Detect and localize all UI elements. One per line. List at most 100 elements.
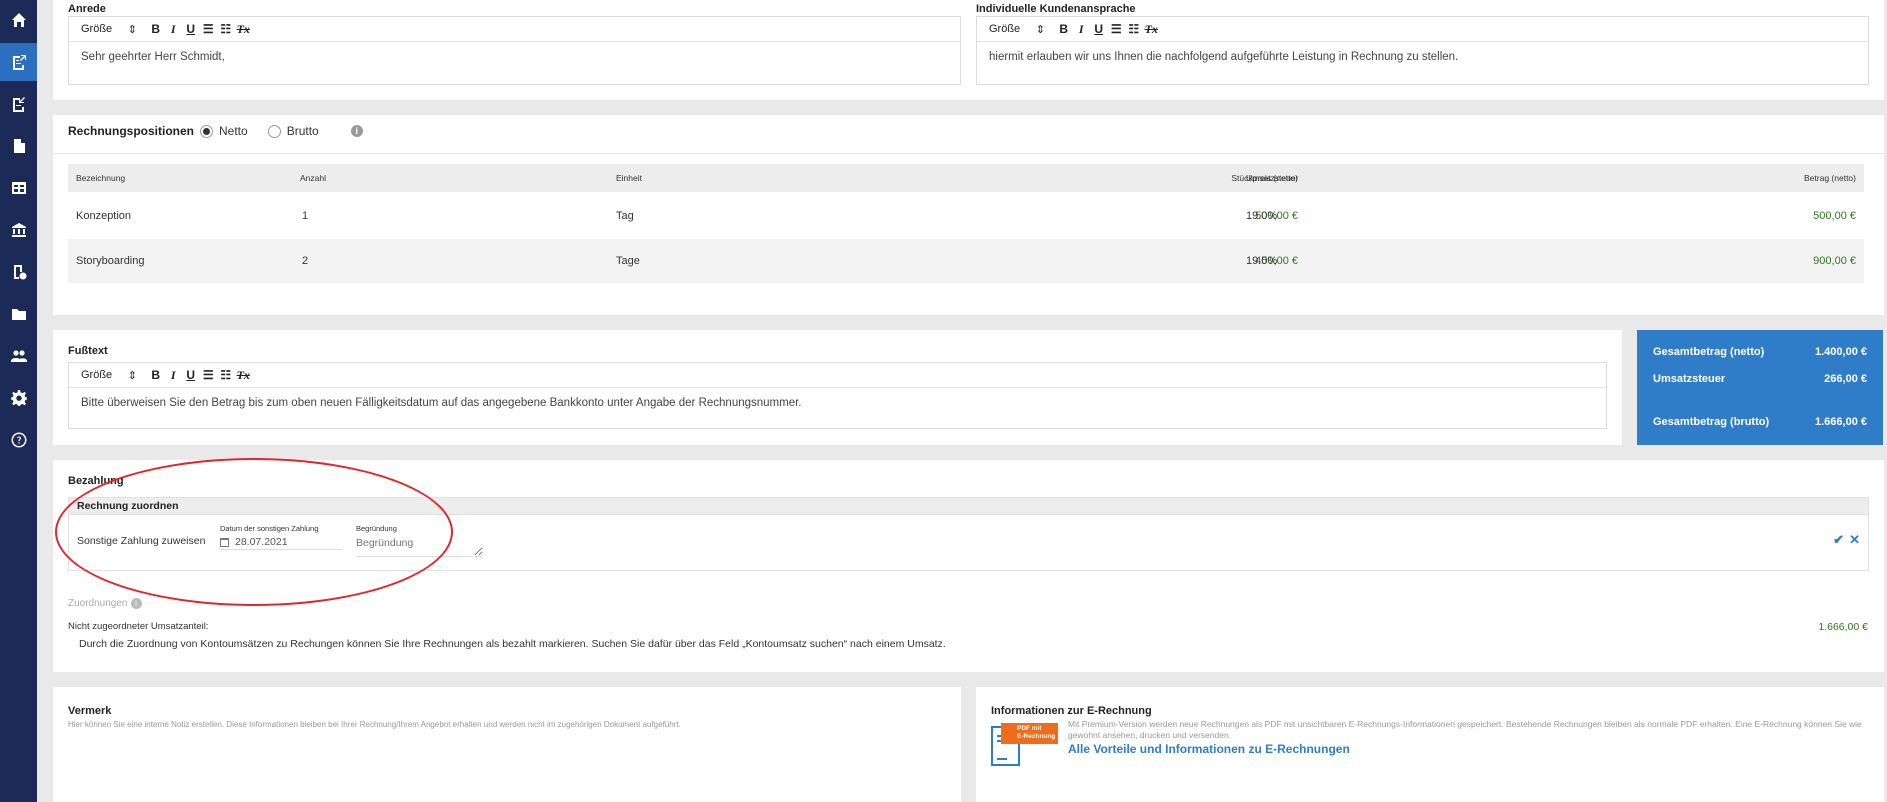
fusstext-editor: Größe ⇕ B I U ☰ ☷ Tx Bitte überweisen Sie…: [68, 362, 1607, 429]
total-brutto-value: 1.666,00 €: [1815, 416, 1867, 428]
bezahlung-title: Bezahlung: [68, 475, 124, 487]
sidebar: [0, 0, 37, 802]
bullet-list-icon[interactable]: ☷: [217, 22, 235, 36]
updown-icon: ⇕: [1035, 23, 1045, 36]
netto-radio[interactable]: [200, 124, 213, 138]
size-select[interactable]: Größe ⇕: [81, 23, 143, 36]
row-betrag: 900,00 €: [1813, 255, 1856, 267]
info-icon[interactable]: i: [350, 125, 363, 137]
row-bezeichnung: Konzeption: [76, 210, 132, 222]
begruendung-label: Begründung: [356, 524, 397, 533]
bullet-list-icon[interactable]: ☷: [1125, 22, 1143, 36]
erechnung-title: Informationen zur E-Rechnung: [991, 705, 1152, 717]
kundenansprache-label: Individuelle Kundenansprache: [976, 3, 1136, 15]
nicht-zugeordnet-label: Nicht zugeordneter Umsatzanteil:: [68, 621, 209, 632]
nav-invoices-in[interactable]: [0, 85, 37, 123]
col-umsatzsteuer: Umsatzsteuer: [1246, 173, 1299, 183]
nicht-zugeordnet-value: 1.666,00 €: [1818, 621, 1868, 633]
vermerk-panel: Vermerk Hier können Sie eine interne Not…: [53, 687, 961, 802]
nav-receipts[interactable]: [0, 253, 37, 291]
zuordnen-header: Rechnung zuordnen: [68, 497, 1869, 515]
clear-format-icon[interactable]: Tx: [235, 368, 253, 383]
anrede-toolbar: Größe ⇕ B I U ☰ ☷ Tx: [69, 17, 960, 42]
nav-contacts[interactable]: [0, 337, 37, 375]
fusstext-panel: Fußtext Größe ⇕ B I U ☰ ☷ Tx Bitte überwe…: [53, 330, 1622, 445]
total-netto: Gesamtbetrag (netto) 1.400,00 €: [1653, 346, 1867, 358]
erechnung-link[interactable]: Alle Vorteile und Informationen zu E-Rec…: [1068, 742, 1350, 756]
row-umsatzsteuer: 19.0%: [1246, 210, 1278, 222]
confirm-check-icon[interactable]: ✔: [1833, 532, 1844, 548]
size-select[interactable]: Größe ⇕: [81, 369, 143, 382]
begruendung-input[interactable]: [356, 535, 483, 557]
total-brutto-label: Gesamtbetrag (brutto): [1653, 416, 1770, 428]
nav-tables[interactable]: [0, 169, 37, 207]
sonstige-label: Sonstige Zahlung zuweisen: [77, 535, 206, 547]
total-netto-label: Gesamtbetrag (netto): [1653, 346, 1765, 358]
ordered-list-icon[interactable]: ☰: [200, 368, 218, 382]
nav-home[interactable]: [0, 1, 37, 39]
underline-button[interactable]: U: [182, 368, 200, 382]
ordered-list-icon[interactable]: ☰: [200, 22, 218, 36]
italic-button[interactable]: I: [165, 368, 183, 383]
receipt-icon: [13, 265, 26, 280]
col-bezeichnung: Bezeichnung: [76, 173, 126, 183]
anrede-text[interactable]: Sehr geehrter Herr Schmidt,: [69, 42, 960, 72]
col-anzahl: Anzahl: [300, 173, 326, 183]
total-ust: Umsatzsteuer 266,00 €: [1653, 373, 1867, 385]
home-icon: [11, 13, 26, 27]
size-select[interactable]: Größe ⇕: [989, 23, 1051, 36]
ordered-list-icon[interactable]: ☰: [1108, 22, 1126, 36]
bold-button[interactable]: B: [1055, 22, 1073, 36]
positions-header: Rechnungspositionen Netto Brutto i: [68, 124, 363, 138]
nav-documents[interactable]: [0, 127, 37, 165]
invoice-in-icon: [12, 97, 25, 112]
kundenansprache-text[interactable]: hiermit erlauben wir uns Ihnen die nachf…: [977, 42, 1868, 72]
row-anzahl: 1: [302, 210, 309, 222]
row-anzahl: 2: [302, 255, 309, 267]
erechnung-text: Mit Premium-Version werden neue Rechnung…: [1068, 719, 1862, 740]
bullet-list-icon[interactable]: ☷: [217, 368, 235, 382]
erechnung-badge: PDF mit E-Rechnung: [991, 723, 1058, 766]
underline-button[interactable]: U: [182, 22, 200, 36]
total-brutto: Gesamtbetrag (brutto) 1.666,00 €: [1653, 416, 1867, 428]
divider: [53, 153, 1884, 154]
vermerk-title: Vermerk: [68, 705, 112, 717]
total-ust-value: 266,00 €: [1824, 373, 1867, 385]
nav-folders[interactable]: [0, 295, 37, 333]
zuordnen-row: Sonstige Zahlung zuweisen Datum der sons…: [68, 515, 1869, 571]
total-netto-value: 1.400,00 €: [1815, 346, 1867, 358]
nav-bank[interactable]: [0, 211, 37, 249]
nav-settings[interactable]: [0, 379, 37, 417]
table-icon: [11, 182, 26, 194]
netto-label: Netto: [219, 124, 248, 138]
row-umsatzsteuer: 19.0%: [1246, 255, 1278, 267]
gear-icon: [10, 390, 27, 406]
clear-format-icon[interactable]: Tx: [1143, 22, 1161, 37]
row-einheit: Tag: [616, 210, 634, 222]
bold-button[interactable]: B: [147, 22, 165, 36]
greeting-panel: Anrede Größe ⇕ B I U ☰ ☷ Tx Sehr geehrter…: [53, 0, 1884, 100]
totals-box: Gesamtbetrag (netto) 1.400,00 € Umsatzst…: [1637, 330, 1883, 445]
document-icon: [13, 139, 25, 153]
italic-button[interactable]: I: [165, 22, 183, 37]
fusstext-text[interactable]: Bitte überweisen Sie den Betrag bis zum …: [69, 388, 1606, 418]
anrede-label: Anrede: [68, 3, 106, 15]
kundenansprache-editor: Größe ⇕ B I U ☰ ☷ Tx hiermit erlauben wir…: [976, 16, 1869, 85]
kundenansprache-toolbar: Größe ⇕ B I U ☰ ☷ Tx: [977, 17, 1868, 42]
underline-button[interactable]: U: [1090, 22, 1108, 36]
table-row[interactable]: Konzeption 1 Tag 500,00 € 19.0% 500,00 €: [68, 194, 1864, 238]
positions-title: Rechnungspositionen: [68, 124, 194, 138]
cancel-close-icon[interactable]: ✕: [1849, 532, 1860, 548]
info-icon[interactable]: i: [130, 598, 142, 609]
anrede-editor: Größe ⇕ B I U ☰ ☷ Tx Sehr geehrter Herr S…: [68, 16, 961, 85]
nav-help[interactable]: [0, 421, 37, 459]
bold-button[interactable]: B: [147, 368, 165, 382]
table-row[interactable]: Storyboarding 2 Tage 450,00 € 19.0% 900,…: [68, 239, 1864, 283]
nav-invoices-out[interactable]: [0, 43, 37, 81]
help-icon: [11, 432, 27, 448]
italic-button[interactable]: I: [1073, 22, 1091, 37]
brutto-radio[interactable]: [267, 124, 281, 138]
users-icon: [10, 350, 27, 362]
datum-field[interactable]: 28.07.2021: [220, 535, 342, 550]
clear-format-icon[interactable]: Tx: [235, 22, 253, 37]
